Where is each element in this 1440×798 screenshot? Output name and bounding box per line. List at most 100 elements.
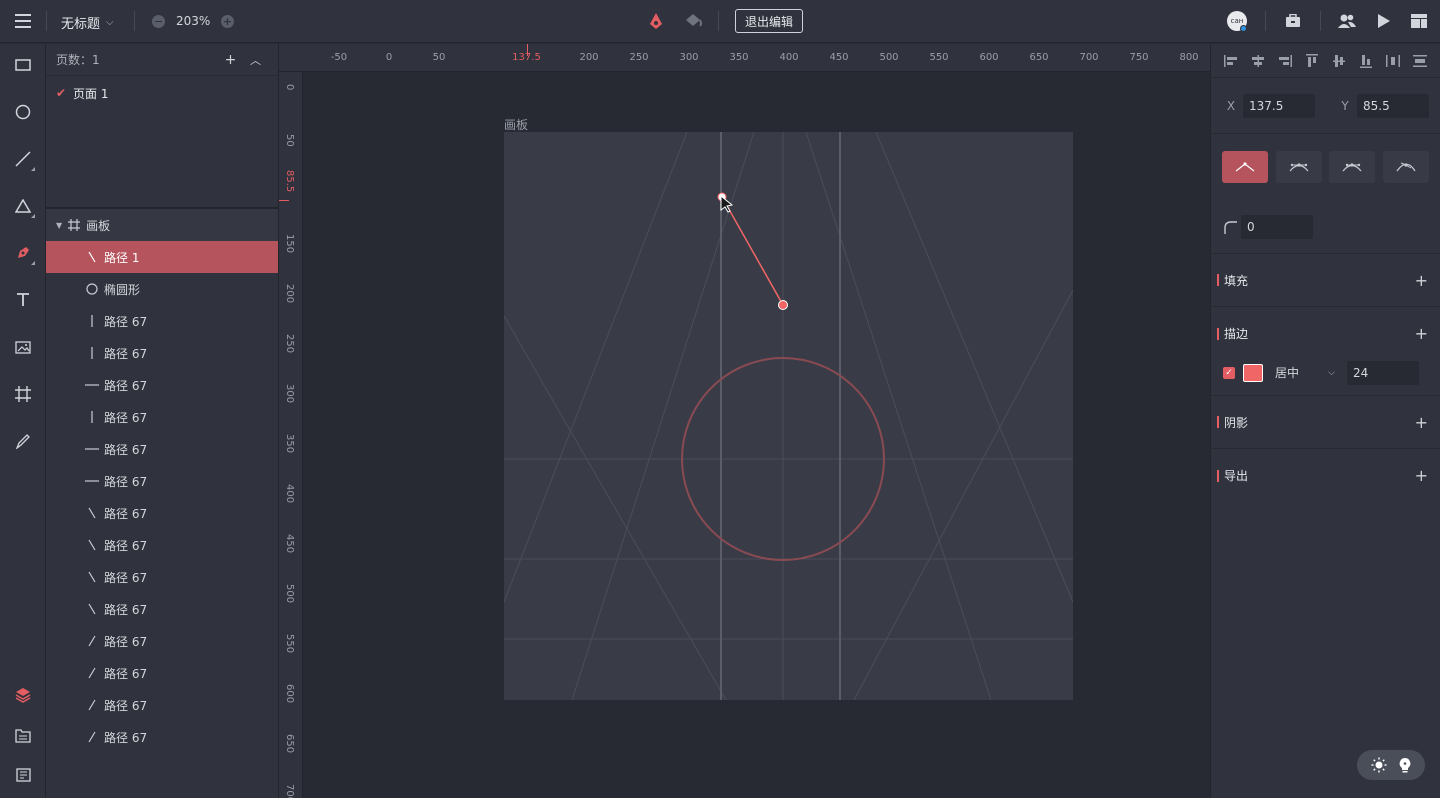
stroke-align-select[interactable]: 居中 ⌵ (1269, 360, 1341, 385)
add-stroke-icon[interactable]: + (1415, 324, 1428, 343)
shadow-section: 阴影 + (1211, 396, 1440, 449)
online-dot-icon (1240, 25, 1247, 32)
artboard-title[interactable]: 画板 (504, 116, 528, 133)
layer-row[interactable]: 路径 1 (46, 241, 278, 273)
radius-input[interactable]: 0 (1241, 214, 1313, 239)
collapse-icon[interactable]: ︿ (243, 52, 268, 68)
doc-title-dropdown[interactable]: 无标题 ⌵ (61, 13, 114, 32)
layer-row[interactable]: 路径 67 (46, 625, 278, 657)
add-shadow-icon[interactable]: + (1415, 413, 1428, 432)
artboard-tool[interactable] (8, 379, 38, 409)
brush-tool[interactable] (8, 426, 38, 456)
layer-row[interactable]: 路径 67 (46, 561, 278, 593)
add-page-icon[interactable]: + (218, 52, 243, 68)
layer-list: 路径 1 椭圆形 路径 67 路径 67 路径 67 路径 67 路径 67 路径 67 路径 … (46, 241, 278, 753)
radius-row: 0 (1211, 200, 1440, 254)
ruler-tick-label: 150 (284, 234, 295, 254)
align-middle-v-icon[interactable] (1330, 54, 1348, 68)
stroke-width-input[interactable]: 24 (1347, 360, 1419, 385)
asymmetric-mode-button[interactable] (1329, 151, 1376, 183)
layer-row[interactable]: 路径 67 (46, 401, 278, 433)
y-input[interactable]: 85.5 (1357, 93, 1429, 118)
layer-row[interactable]: 路径 67 (46, 369, 278, 401)
add-export-icon[interactable]: + (1415, 466, 1428, 485)
path-icon (84, 731, 100, 743)
align-center-h-icon[interactable] (1249, 54, 1267, 68)
distribute-h-icon[interactable] (1384, 54, 1402, 68)
align-right-icon[interactable] (1276, 54, 1294, 68)
path-icon (84, 447, 100, 451)
layer-row[interactable]: 路径 67 (46, 657, 278, 689)
x-input[interactable]: 137.5 (1243, 93, 1315, 118)
page-item[interactable]: ✔ 页面 1 (46, 76, 278, 110)
check-icon: ✔ (56, 86, 67, 100)
stroke-enable-checkbox[interactable]: ✓ (1223, 366, 1235, 379)
page-count: 页数：1 (56, 53, 100, 67)
zoom-out-icon[interactable] (152, 15, 165, 28)
path-icon (84, 251, 100, 263)
components-tool[interactable] (8, 760, 38, 790)
layer-row[interactable]: 路径 67 (46, 689, 278, 721)
sun-icon[interactable] (1371, 757, 1387, 773)
distribute-v-icon[interactable] (1411, 54, 1429, 68)
text-tool[interactable] (8, 285, 38, 315)
align-bottom-icon[interactable] (1357, 54, 1375, 68)
chevron-down-icon: ⌵ (1328, 367, 1335, 378)
corner-radius-icon (1224, 220, 1237, 234)
line-tool[interactable] (8, 144, 38, 174)
layer-row[interactable]: 路径 67 (46, 529, 278, 561)
zoom-level[interactable]: 203% (176, 14, 210, 28)
canvas-area[interactable]: -50050100137.520025030035040045050055060… (279, 44, 1210, 798)
layer-row[interactable]: 路径 67 (46, 721, 278, 753)
anchor-mode-row (1211, 134, 1440, 200)
ruler-tick-label: 137.5 (512, 52, 541, 63)
ruler-tick-label: 250 (629, 52, 649, 63)
add-fill-icon[interactable]: + (1415, 271, 1428, 290)
play-icon[interactable] (1377, 13, 1391, 32)
exit-edit-button[interactable]: 退出编辑 (735, 9, 803, 33)
x-label: X (1226, 98, 1236, 113)
corner-mode-button[interactable] (1222, 151, 1268, 183)
layout-icon[interactable] (1411, 14, 1427, 31)
divider (1320, 11, 1321, 31)
artboard[interactable] (504, 132, 1073, 700)
zoom-in-icon[interactable]: + (221, 15, 234, 28)
layers-tool[interactable] (8, 680, 38, 710)
line-icon (15, 151, 31, 167)
layer-row[interactable]: 椭圆形 (46, 273, 278, 305)
align-top-icon[interactable] (1303, 53, 1321, 68)
pen-tool[interactable] (8, 238, 38, 268)
properties-panel: X 137.5 Y 85.5 0 填充 + 描边 + ✓ 居中 ⌵ 24 阴影 … (1210, 44, 1440, 798)
layer-row[interactable]: 路径 67 (46, 337, 278, 369)
menu-icon[interactable] (12, 11, 34, 31)
top-bar: 无标题 ⌵ 203% + 退出编辑 сан (0, 0, 1440, 43)
ruler-tick-label: 350 (729, 52, 749, 63)
divider (134, 11, 135, 31)
briefcase-icon[interactable] (1285, 13, 1301, 31)
pen-tool-icon[interactable] (648, 12, 664, 33)
mirrored-mode-button[interactable] (1275, 151, 1322, 183)
lightbulb-icon[interactable] (1398, 757, 1412, 773)
layer-label: 路径 67 (104, 410, 148, 425)
layer-label: 路径 67 (104, 730, 148, 745)
disconnected-mode-button[interactable] (1382, 151, 1429, 183)
image-tool[interactable] (8, 332, 38, 362)
rectangle-tool[interactable] (8, 50, 38, 80)
divider (1265, 11, 1266, 31)
layer-row[interactable]: 路径 67 (46, 593, 278, 625)
layer-row[interactable]: 路径 67 (46, 497, 278, 529)
align-left-icon[interactable] (1222, 54, 1240, 68)
paint-bucket-icon[interactable] (683, 12, 703, 33)
ellipse-tool[interactable] (8, 97, 38, 127)
users-icon[interactable] (1338, 13, 1356, 32)
triangle-tool[interactable] (8, 191, 38, 221)
layer-row[interactable]: 路径 67 (46, 433, 278, 465)
layer-row[interactable]: 路径 67 (46, 305, 278, 337)
layers-icon (15, 688, 31, 703)
ruler-tick-label: 200 (579, 52, 599, 63)
assets-tool[interactable] (8, 721, 38, 751)
stroke-color-swatch[interactable] (1243, 363, 1263, 382)
ruler-tick-label: 350 (284, 434, 295, 454)
layer-row[interactable]: 路径 67 (46, 465, 278, 497)
artboard-layer[interactable]: ▼ 画板 (46, 208, 278, 241)
